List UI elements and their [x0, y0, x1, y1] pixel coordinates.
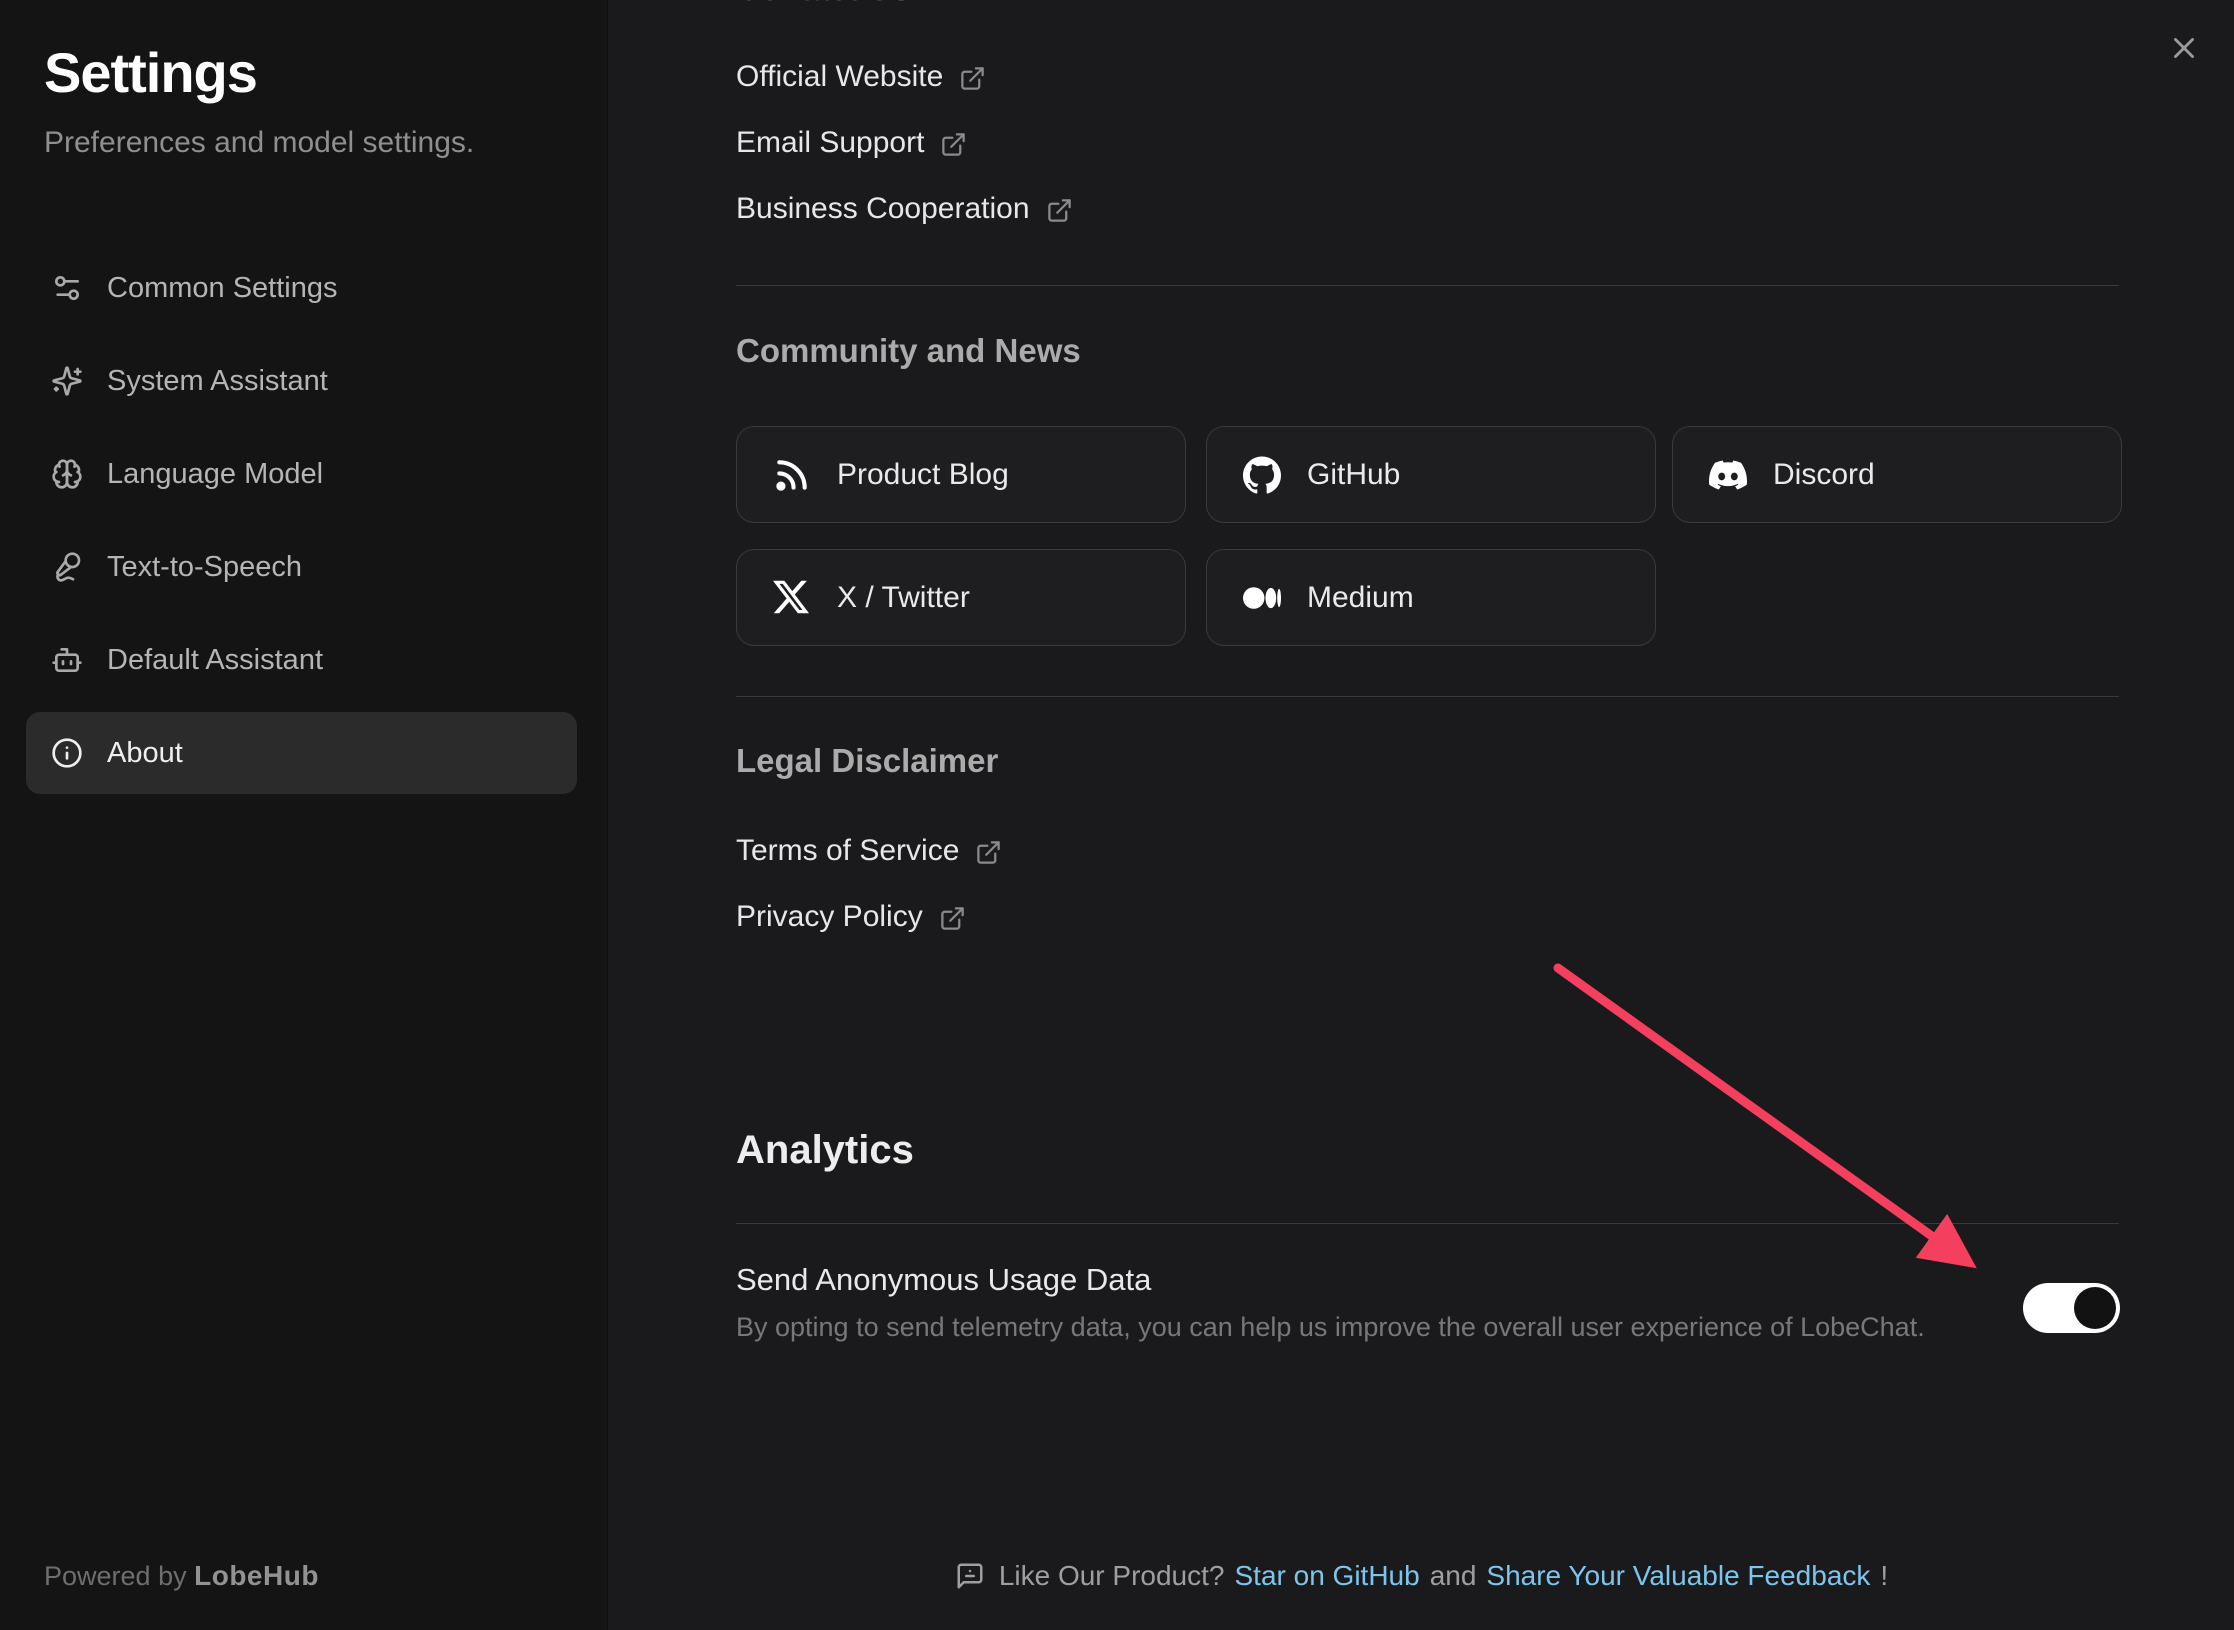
footer-text: !	[1880, 1560, 1888, 1592]
usage-data-description: By opting to send telemetry data, you ca…	[736, 1312, 1925, 1343]
sidebar-menu: Common Settings System Assistant Languag…	[26, 247, 577, 794]
sidebar-item-text-to-speech[interactable]: Text-to-Speech	[26, 526, 577, 608]
sidebar-item-label: Common Settings	[107, 272, 338, 305]
button-label: X / Twitter	[837, 581, 970, 615]
usage-data-label: Send Anonymous Usage Data	[736, 1262, 1151, 1298]
footer-text: Like Our Product?	[999, 1560, 1225, 1592]
analytics-heading: Analytics	[736, 1128, 914, 1173]
medium-button[interactable]: Medium	[1206, 549, 1656, 646]
info-icon	[51, 737, 83, 769]
sidebar-item-about[interactable]: About	[26, 712, 577, 794]
feedback-bubble-icon	[955, 1561, 985, 1591]
rss-icon	[773, 456, 811, 494]
share-feedback-link[interactable]: Share Your Valuable Feedback	[1486, 1560, 1870, 1592]
close-button[interactable]	[2160, 24, 2208, 72]
external-link-icon	[959, 65, 986, 92]
x-twitter-button[interactable]: X / Twitter	[736, 549, 1186, 646]
contact-us-heading: Contact Us	[736, 0, 910, 8]
button-label: Discord	[1773, 458, 1875, 492]
powered-by-text: Powered by	[44, 1561, 187, 1591]
section-divider	[736, 1223, 2119, 1224]
toggle-knob	[2074, 1287, 2116, 1329]
sidebar-item-label: Text-to-Speech	[107, 551, 302, 584]
settings-modal: Settings Preferences and model settings.…	[0, 0, 2234, 1630]
sidebar-item-common-settings[interactable]: Common Settings	[26, 247, 577, 329]
product-footer: Like Our Product? Star on GitHub and Sha…	[609, 1560, 2234, 1592]
mic-icon	[51, 551, 83, 583]
sidebar-item-label: About	[107, 737, 183, 770]
github-button[interactable]: GitHub	[1206, 426, 1656, 523]
powered-by: Powered by LobeHub	[44, 1560, 319, 1592]
terms-of-service-link[interactable]: Terms of Service	[736, 834, 1002, 868]
external-link-icon	[975, 839, 1002, 866]
legal-heading: Legal Disclaimer	[736, 742, 998, 780]
discord-icon	[1709, 456, 1747, 494]
about-panel: Contact Us Official Website Email Suppor…	[609, 0, 2234, 1630]
email-support-link[interactable]: Email Support	[736, 126, 967, 160]
link-label: Business Cooperation	[736, 192, 1030, 226]
footer-text: and	[1430, 1560, 1477, 1592]
external-link-icon	[940, 131, 967, 158]
sidebar-item-label: Default Assistant	[107, 644, 323, 677]
product-blog-button[interactable]: Product Blog	[736, 426, 1186, 523]
settings-sidebar: Settings Preferences and model settings.…	[0, 0, 608, 1630]
github-icon	[1243, 456, 1281, 494]
sparkles-icon	[51, 365, 83, 397]
sidebar-item-language-model[interactable]: Language Model	[26, 433, 577, 515]
button-label: GitHub	[1307, 458, 1400, 492]
medium-icon	[1243, 579, 1281, 617]
link-label: Privacy Policy	[736, 900, 923, 934]
external-link-icon	[1046, 197, 1073, 224]
brain-icon	[51, 458, 83, 490]
official-website-link[interactable]: Official Website	[736, 60, 986, 94]
community-heading: Community and News	[736, 332, 1081, 370]
external-link-icon	[939, 905, 966, 932]
section-divider	[736, 696, 2119, 697]
bot-icon	[51, 644, 83, 676]
discord-button[interactable]: Discord	[1672, 426, 2122, 523]
section-divider	[736, 285, 2119, 286]
button-label: Product Blog	[837, 458, 1009, 492]
lobehub-brand: LobeHub	[194, 1560, 319, 1591]
sidebar-item-default-assistant[interactable]: Default Assistant	[26, 619, 577, 701]
link-label: Terms of Service	[736, 834, 959, 868]
link-label: Official Website	[736, 60, 943, 94]
send-anonymous-usage-data-toggle[interactable]	[2023, 1283, 2120, 1333]
sidebar-item-system-assistant[interactable]: System Assistant	[26, 340, 577, 422]
button-label: Medium	[1307, 581, 1414, 615]
page-title: Settings	[44, 40, 257, 105]
page-subtitle: Preferences and model settings.	[44, 126, 474, 160]
sidebar-item-label: System Assistant	[107, 365, 328, 398]
privacy-policy-link[interactable]: Privacy Policy	[736, 900, 966, 934]
sliders-icon	[51, 272, 83, 304]
business-cooperation-link[interactable]: Business Cooperation	[736, 192, 1073, 226]
sidebar-item-label: Language Model	[107, 458, 323, 491]
link-label: Email Support	[736, 126, 924, 160]
star-on-github-link[interactable]: Star on GitHub	[1234, 1560, 1419, 1592]
x-twitter-icon	[773, 579, 811, 617]
